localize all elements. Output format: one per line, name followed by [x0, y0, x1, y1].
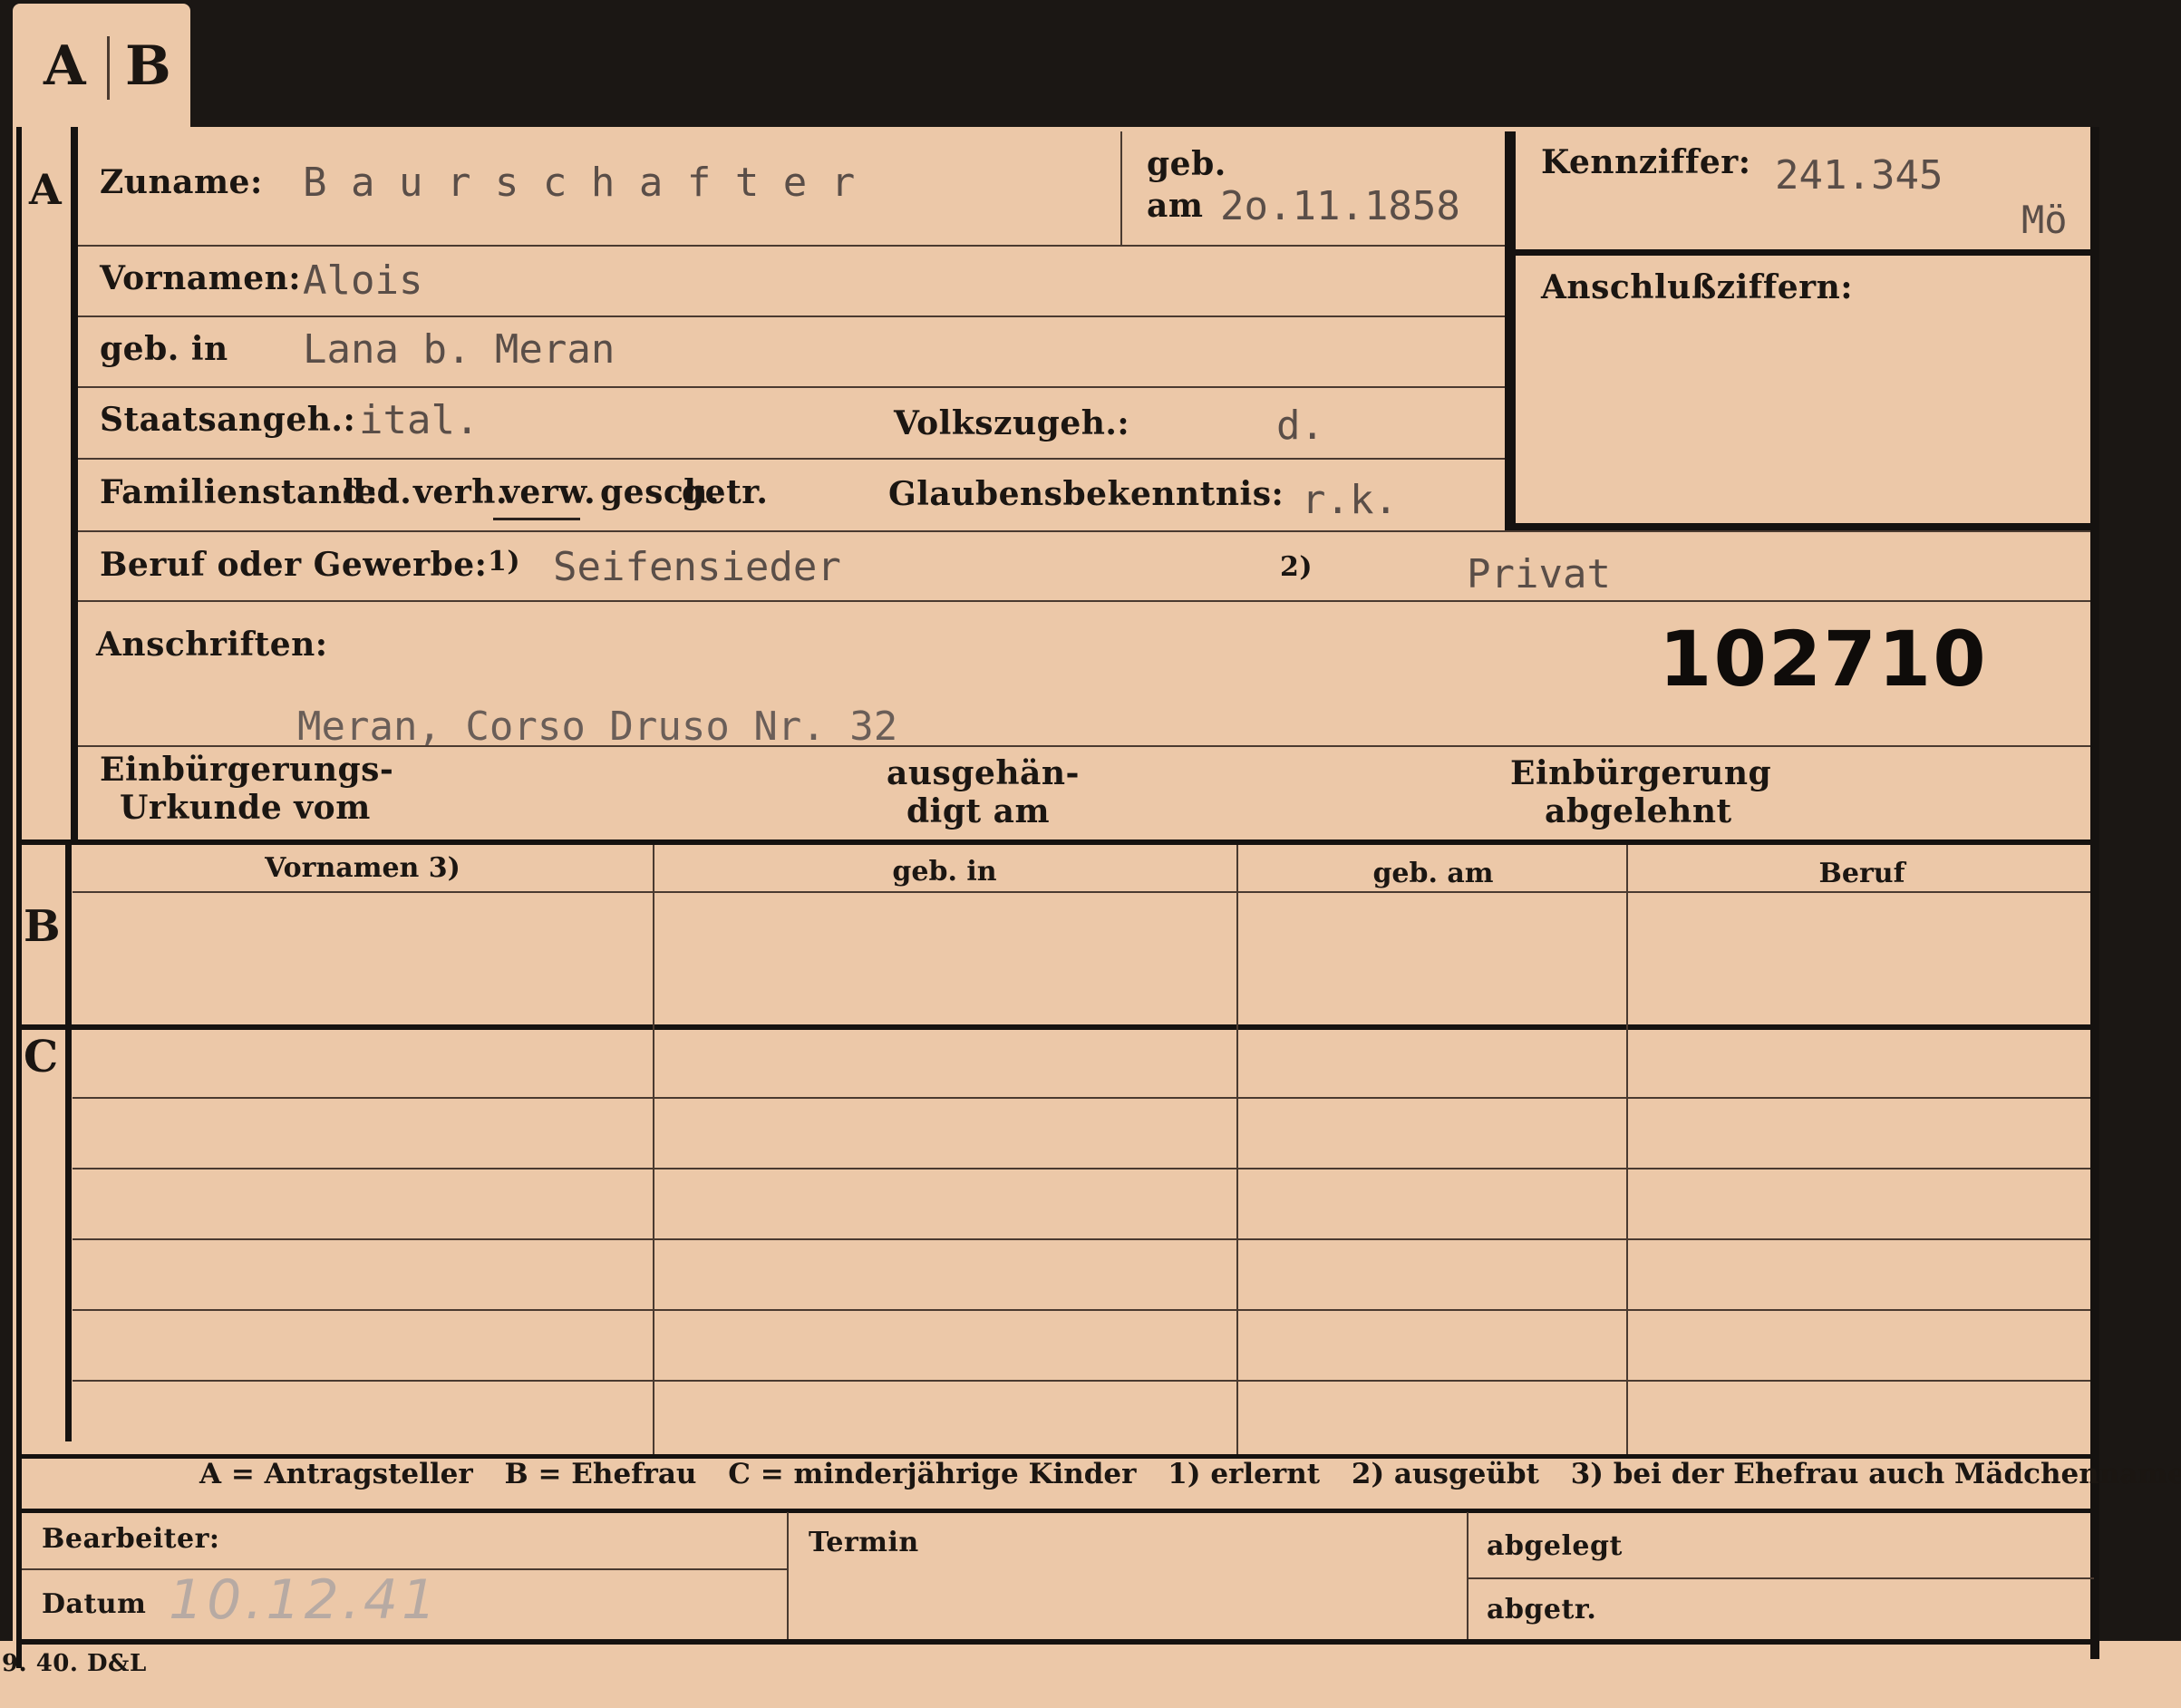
section-b-label: B	[24, 901, 61, 952]
tab-letter-b: B	[125, 34, 171, 98]
rule-row-1	[78, 245, 1505, 247]
filed-label: abgelegt	[1487, 1530, 1623, 1562]
rule-row-6	[78, 600, 2090, 602]
section-a-left-line	[71, 127, 78, 843]
kennziffer-label: Kennziffer:	[1541, 143, 1751, 181]
rule-row-5	[78, 530, 2090, 532]
handed-line2: digt am	[906, 792, 1051, 830]
section-a-label: A	[29, 165, 62, 214]
left-frame-line	[16, 127, 22, 1668]
date-value: 10.12.41	[169, 1568, 441, 1632]
section-c-label: C	[24, 1032, 59, 1082]
column-header-birthplace: geb. in	[892, 856, 997, 888]
born-cell-divider	[1120, 131, 1122, 245]
legend-note-1: 1) erlernt	[1168, 1458, 1321, 1490]
clerk-label: Bearbeiter:	[42, 1523, 220, 1555]
marital-option-married: verh.	[413, 473, 508, 511]
addresses-label: Anschriften:	[96, 626, 328, 664]
first-names-label: Vornamen:	[100, 259, 302, 297]
naturalization-doc-line1: Einbürgerungs-	[100, 751, 394, 789]
legend: A = Antragsteller B = Ehefrau C = minder…	[199, 1458, 2181, 1490]
marital-selected-underline	[493, 518, 580, 520]
table-row-rule-4	[73, 1309, 2090, 1311]
print-mark: 9. 40. D&L	[2, 1650, 147, 1677]
table-column-divider-3	[1626, 845, 1628, 1454]
tab-divider	[107, 36, 110, 100]
profession-label: Beruf oder Gewerbe:	[100, 546, 488, 584]
deadline-label: Termin	[809, 1527, 919, 1558]
born-date: 2o.11.1858	[1220, 183, 1460, 229]
date-label: Datum	[42, 1588, 147, 1620]
ethnicity-value: d.	[1276, 403, 1324, 449]
rule-row-3	[78, 386, 1505, 388]
surname-value: B a u r s c h a f t e r	[303, 160, 856, 206]
ethnicity-label: Volkszugeh.:	[894, 404, 1130, 442]
kennziffer-value: 241.345	[1775, 152, 1944, 199]
file-number: 102710	[1659, 615, 1988, 704]
religion-label: Glaubensbekenntnis:	[888, 475, 1284, 513]
footer-divider-2	[1467, 1512, 1469, 1639]
table-row-rule-1	[73, 1097, 2090, 1099]
column-header-birthdate: geb. am	[1372, 858, 1494, 889]
profession-value-1: Seifensieder	[553, 544, 841, 590]
table-column-divider-2	[1236, 845, 1238, 1454]
born-label-top: geb.	[1147, 145, 1226, 183]
legend-c: C = minderjährige Kinder	[728, 1458, 1137, 1490]
naturalization-doc-line2: Urkunde vom	[120, 789, 371, 827]
footer-rule-right	[1469, 1577, 2094, 1579]
legend-note-3: 3) bei der Ehefrau auch Mädchenname	[1570, 1458, 2181, 1490]
section-bc-left-line	[65, 843, 72, 1441]
citizenship-value: ital.	[359, 397, 480, 443]
legend-bottom-line	[16, 1509, 2098, 1513]
column-header-first-names: Vornamen 3)	[265, 852, 460, 884]
marital-option-single: led.	[343, 473, 412, 511]
surname-label: Zuname:	[100, 163, 263, 201]
naturalization-refused-line2: abgelehnt	[1545, 792, 1732, 830]
rule-row-4	[78, 458, 1505, 460]
card-bottom-strip	[0, 1641, 2181, 1708]
rule-row-2	[78, 315, 1505, 317]
card-bottom-line	[16, 1639, 2099, 1645]
table-row-rule-2	[73, 1168, 2090, 1169]
profession-note-1: 1)	[488, 546, 521, 577]
table-row-rule-5	[73, 1380, 2090, 1382]
citizenship-label: Staatsangeh.:	[100, 401, 356, 439]
legend-note-2: 2) ausgeübt	[1351, 1458, 1539, 1490]
birthplace-value: Lana b. Meran	[303, 326, 616, 373]
kennziffer-suffix: Mö	[2021, 198, 2068, 242]
naturalization-refused-line1: Einbürgerung	[1510, 754, 1772, 792]
kennziffer-box-divider	[1516, 249, 2096, 256]
section-c-top-line	[16, 1024, 2098, 1030]
right-frame-line	[2090, 127, 2099, 1659]
column-header-profession: Beruf	[1818, 858, 1905, 889]
born-label-bottom: am	[1147, 187, 1204, 225]
handed-line1: ausgehän-	[887, 754, 1080, 792]
kennziffer-box-left	[1505, 131, 1516, 530]
footer-divider-1	[787, 1512, 789, 1639]
table-column-divider-1	[653, 845, 654, 1454]
marital-option-separated: getr.	[682, 473, 769, 511]
legend-a: A = Antragsteller	[199, 1458, 473, 1490]
table-row-rule-3	[73, 1238, 2090, 1240]
profession-note-2: 2)	[1280, 551, 1313, 583]
crossed-label: abgetr.	[1487, 1594, 1597, 1626]
religion-value: r.k.	[1302, 477, 1398, 523]
anschluss-label: Anschlußziffern:	[1541, 268, 1854, 306]
section-b-header-rule	[73, 891, 2090, 893]
tab-letter-a: A	[44, 34, 86, 98]
section-b-top-line	[16, 839, 2098, 845]
legend-b: B = Ehefrau	[504, 1458, 697, 1490]
first-names-value: Alois	[303, 257, 423, 304]
marital-option-widowed: verw.	[500, 473, 596, 511]
marital-label: Familienstand:	[100, 473, 378, 511]
profession-value-2: Privat	[1467, 551, 1611, 597]
birthplace-label: geb. in	[100, 330, 228, 368]
address-value: Meran, Corso Druso Nr. 32	[297, 704, 898, 750]
